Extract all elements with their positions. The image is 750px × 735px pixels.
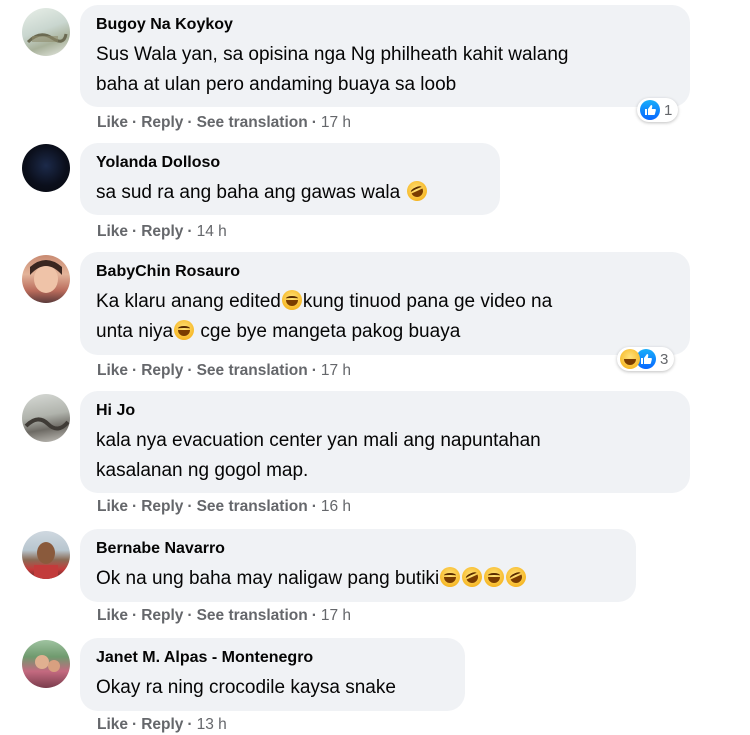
timestamp[interactable]: 14 h xyxy=(197,223,227,240)
reaction-badge[interactable]: 1 xyxy=(637,98,679,122)
like-link[interactable]: Like xyxy=(97,498,128,515)
comment-text: sa sud ra ang baha ang gawas wala xyxy=(96,177,486,208)
comment-actions: Like · Reply · See translation · 17 h xyxy=(97,362,351,380)
separator: · xyxy=(187,498,193,515)
comment-text: Ka klaru anang edited kung tinuod pana ge… xyxy=(96,287,676,317)
comment-text-content: unta niya xyxy=(96,321,174,342)
separator: · xyxy=(187,223,193,240)
timestamp[interactable]: 17 h xyxy=(321,607,351,624)
separator: · xyxy=(311,362,317,379)
rolling-laughing-emoji-icon xyxy=(502,563,530,591)
avatar[interactable] xyxy=(22,255,70,303)
comment-text: unta niya cge bye mangeta pakog buaya xyxy=(96,317,676,347)
comment-bubble: Bugoy Na Koykoy Sus Wala yan, sa opisina… xyxy=(80,5,690,107)
comment-author[interactable]: Bugoy Na Koykoy xyxy=(96,15,676,35)
comment-text: kala nya evacuation center yan mali ang … xyxy=(96,430,541,451)
comment-text: baha at ulan pero andaming buaya sa loob xyxy=(96,74,457,95)
rolling-laughing-emoji-icon xyxy=(458,563,486,591)
comment-author[interactable]: Bernabe Navarro xyxy=(96,539,622,559)
separator: · xyxy=(132,607,138,624)
see-translation-link[interactable]: See translation xyxy=(197,114,308,131)
comment-text: Okay ra ning crocodile kaysa snake xyxy=(96,677,396,698)
comment-bubble: Yolanda Dolloso sa sud ra ang baha ang g… xyxy=(80,143,500,215)
avatar[interactable] xyxy=(22,144,70,192)
see-translation-link[interactable]: See translation xyxy=(197,498,308,515)
see-translation-link[interactable]: See translation xyxy=(197,607,308,624)
separator: · xyxy=(187,607,193,624)
comment-actions: Like · Reply · See translation · 16 h xyxy=(97,498,351,516)
like-reaction-icon xyxy=(640,100,660,120)
reaction-badge[interactable]: 3 xyxy=(617,347,675,371)
separator: · xyxy=(311,498,317,515)
comment-actions: Like · Reply · See translation · 17 h xyxy=(97,607,351,625)
reaction-count: 3 xyxy=(660,350,669,368)
reply-link[interactable]: Reply xyxy=(141,362,183,379)
separator: · xyxy=(132,223,138,240)
like-link[interactable]: Like xyxy=(97,607,128,624)
timestamp[interactable]: 13 h xyxy=(197,716,227,733)
grimacing-emoji-icon xyxy=(440,567,461,587)
comment-author[interactable]: Hi Jo xyxy=(96,401,676,421)
avatar[interactable] xyxy=(22,8,70,56)
like-link[interactable]: Like xyxy=(97,362,128,379)
comment-text-content: kung tinuod pana ge video na xyxy=(302,291,553,312)
reply-link[interactable]: Reply xyxy=(141,498,183,515)
haha-reaction-icon xyxy=(620,349,640,369)
comment-text: Sus Wala yan, sa opisina nga Ng philheat… xyxy=(96,44,569,65)
comment-text: Ok na ung baha may naligaw pang butiki xyxy=(96,563,622,594)
separator: · xyxy=(311,114,317,131)
comment-actions: Like · Reply · 13 h xyxy=(97,716,227,734)
timestamp[interactable]: 17 h xyxy=(321,362,351,379)
rolling-laughing-emoji-icon xyxy=(403,177,430,205)
comment-text-content: cge bye mangeta pakog buaya xyxy=(195,321,461,342)
comment-text-content: sa sud ra ang baha ang gawas wala xyxy=(96,182,401,203)
comment-author[interactable]: Janet M. Alpas - Montenegro xyxy=(96,648,451,668)
reply-link[interactable]: Reply xyxy=(141,223,183,240)
comment-actions: Like · Reply · 14 h xyxy=(97,223,227,241)
like-link[interactable]: Like xyxy=(97,716,128,733)
comment-actions: Like · Reply · See translation · 17 h xyxy=(97,114,351,132)
reaction-count: 1 xyxy=(664,101,673,119)
reply-link[interactable]: Reply xyxy=(141,114,183,131)
comment-bubble: Janet M. Alpas - Montenegro Okay ra ning… xyxy=(80,638,465,711)
reply-link[interactable]: Reply xyxy=(141,716,183,733)
comment-text-content: Ok na ung baha may naligaw pang butiki xyxy=(96,568,440,589)
reply-link[interactable]: Reply xyxy=(141,607,183,624)
separator: · xyxy=(187,114,193,131)
separator: · xyxy=(187,716,193,733)
comment-author[interactable]: BabyChin Rosauro xyxy=(96,262,676,282)
separator: · xyxy=(132,498,138,515)
comment-bubble: Hi Jo kala nya evacuation center yan mal… xyxy=(80,391,690,493)
timestamp[interactable]: 17 h xyxy=(321,114,351,131)
comment-text-content: Ka klaru anang edited xyxy=(96,291,281,312)
separator: · xyxy=(132,362,138,379)
grimacing-emoji-icon xyxy=(484,567,505,587)
separator: · xyxy=(132,716,138,733)
comment-author[interactable]: Yolanda Dolloso xyxy=(96,153,486,173)
comment-bubble: Bernabe Navarro Ok na ung baha may nalig… xyxy=(80,529,636,602)
see-translation-link[interactable]: See translation xyxy=(197,362,308,379)
grimacing-emoji-icon xyxy=(174,320,195,340)
comment-text: kasalanan ng gogol map. xyxy=(96,460,309,481)
like-link[interactable]: Like xyxy=(97,114,128,131)
separator: · xyxy=(187,362,193,379)
separator: · xyxy=(132,114,138,131)
avatar[interactable] xyxy=(22,394,70,442)
separator: · xyxy=(311,607,317,624)
avatar[interactable] xyxy=(22,640,70,688)
comment-bubble: BabyChin Rosauro Ka klaru anang edited ku… xyxy=(80,252,690,355)
timestamp[interactable]: 16 h xyxy=(321,498,351,515)
grimacing-emoji-icon xyxy=(281,290,302,310)
avatar[interactable] xyxy=(22,531,70,579)
like-link[interactable]: Like xyxy=(97,223,128,240)
